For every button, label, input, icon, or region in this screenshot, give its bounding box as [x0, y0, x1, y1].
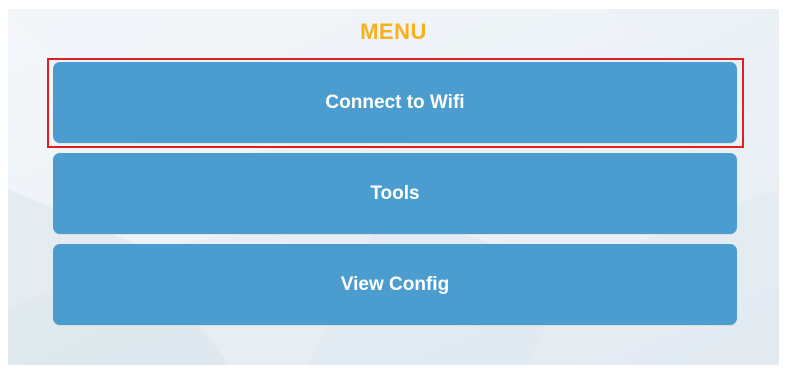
connect-to-wifi-button[interactable]: Connect to Wifi	[53, 62, 737, 143]
view-config-button[interactable]: View Config	[53, 244, 737, 325]
menu-panel: MENU Connect to Wifi Tools View Config	[8, 9, 779, 365]
connect-to-wifi-label: Connect to Wifi	[325, 91, 465, 113]
tools-button[interactable]: Tools	[53, 153, 737, 234]
tools-label: Tools	[370, 182, 420, 204]
view-config-label: View Config	[340, 273, 450, 295]
menu-title: MENU	[360, 19, 427, 44]
